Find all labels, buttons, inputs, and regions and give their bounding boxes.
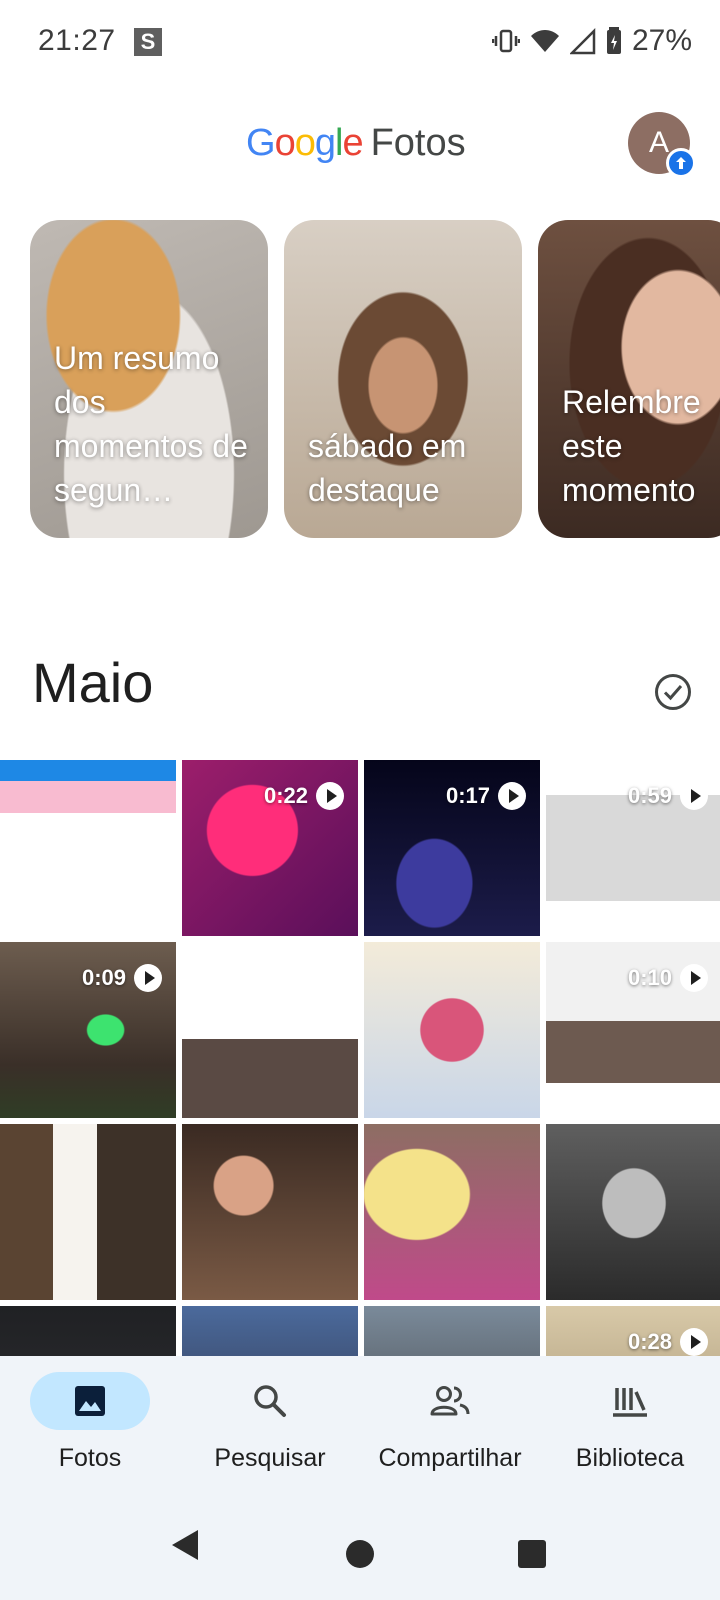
memory-caption: Um resumo dos momentos de segun… bbox=[54, 340, 248, 508]
memory-caption: Relembre este momento bbox=[562, 384, 701, 508]
memory-card[interactable]: Um resumo dos momentos de segun… bbox=[30, 220, 268, 538]
backup-status-badge[interactable] bbox=[666, 148, 696, 178]
google-logo-letter: o bbox=[274, 122, 296, 164]
memory-card[interactable]: sábado em destaque bbox=[284, 220, 522, 538]
photo-thumbnail[interactable] bbox=[182, 942, 358, 1118]
recents-button[interactable] bbox=[518, 1540, 546, 1568]
play-icon bbox=[134, 964, 162, 992]
battery-icon bbox=[606, 27, 621, 54]
select-all-check-icon[interactable] bbox=[654, 673, 692, 711]
wifi-icon bbox=[530, 30, 559, 52]
play-icon bbox=[498, 782, 526, 810]
video-duration: 0:28 bbox=[628, 1328, 708, 1356]
status-bar: 21:27 S 27% bbox=[0, 0, 720, 84]
memory-caption: sábado em destaque bbox=[308, 428, 467, 508]
photo-thumbnail[interactable] bbox=[364, 1124, 540, 1300]
app-title: Google Fotos bbox=[246, 120, 466, 166]
nav-icon-pill bbox=[390, 1372, 510, 1430]
photo-thumbnail[interactable] bbox=[182, 1124, 358, 1300]
home-button[interactable] bbox=[346, 1540, 374, 1568]
photo-icon bbox=[75, 1386, 105, 1416]
memory-card[interactable]: Relembre este momento bbox=[538, 220, 720, 538]
people-icon bbox=[430, 1386, 470, 1416]
photo-thumbnail[interactable] bbox=[0, 1124, 176, 1300]
library-icon bbox=[613, 1388, 647, 1417]
photo-thumbnail[interactable] bbox=[364, 942, 540, 1118]
video-thumbnail[interactable]: 0:09 bbox=[0, 942, 176, 1118]
system-navigation-bar bbox=[0, 1500, 720, 1600]
video-duration: 0:59 bbox=[628, 782, 708, 810]
app-product-name: Fotos bbox=[370, 122, 466, 164]
photo-thumbnail[interactable] bbox=[182, 1306, 358, 1356]
google-logo-letter: e bbox=[342, 122, 363, 164]
video-thumbnail[interactable]: 0:22 bbox=[182, 760, 358, 936]
search-icon bbox=[254, 1385, 286, 1417]
nav-label: Biblioteca bbox=[575, 1444, 685, 1472]
play-icon bbox=[316, 782, 344, 810]
photo-thumbnail[interactable] bbox=[0, 1306, 176, 1356]
bottom-navigation: Fotos Pesquisar Compartilhar Biblioteca bbox=[0, 1356, 720, 1600]
notification-icon: S bbox=[134, 28, 162, 56]
photo-thumbnail[interactable] bbox=[546, 1124, 720, 1300]
nav-icon-pill bbox=[210, 1372, 330, 1430]
video-duration: 0:17 bbox=[446, 782, 526, 810]
google-logo-letter: g bbox=[314, 122, 336, 164]
nav-item-biblioteca[interactable]: Biblioteca bbox=[542, 1372, 718, 1473]
memories-carousel[interactable]: Um resumo dos momentos de segun… sábado … bbox=[0, 220, 720, 540]
video-duration: 0:09 bbox=[82, 964, 162, 992]
status-time: 21:27 bbox=[38, 24, 116, 57]
play-icon bbox=[680, 1328, 708, 1356]
photo-grid: 0:22 0:17 0:59 0:09 0:10 0:28 bbox=[0, 760, 720, 1356]
section-title: Maio bbox=[32, 651, 154, 714]
video-duration: 0:10 bbox=[628, 964, 708, 992]
video-duration: 0:22 bbox=[264, 782, 344, 810]
nav-label: Pesquisar bbox=[214, 1444, 326, 1472]
nav-item-compartilhar[interactable]: Compartilhar bbox=[362, 1372, 538, 1473]
google-logo-letter: o bbox=[294, 122, 316, 164]
nav-item-pesquisar[interactable]: Pesquisar bbox=[182, 1372, 358, 1473]
play-icon bbox=[680, 782, 708, 810]
vibrate-icon bbox=[491, 29, 520, 53]
status-icons: 27% bbox=[491, 24, 692, 58]
nav-icon-pill bbox=[30, 1372, 150, 1430]
video-thumbnail[interactable]: 0:10 bbox=[546, 942, 720, 1118]
signal-icon bbox=[569, 27, 596, 55]
video-thumbnail[interactable]: 0:28 bbox=[546, 1306, 720, 1356]
video-thumbnail[interactable]: 0:17 bbox=[364, 760, 540, 936]
battery-percent: 27% bbox=[631, 24, 692, 57]
play-icon bbox=[680, 964, 708, 992]
back-icon[interactable] bbox=[170, 1528, 200, 1562]
photo-thumbnail[interactable] bbox=[0, 760, 176, 936]
nav-label: Compartilhar bbox=[378, 1444, 522, 1472]
nav-label: Fotos bbox=[58, 1444, 122, 1472]
upload-arrow-icon bbox=[676, 157, 686, 169]
google-logo-letter: G bbox=[246, 122, 276, 164]
nav-icon-pill bbox=[570, 1372, 690, 1430]
photo-thumbnail[interactable] bbox=[364, 1306, 540, 1356]
video-thumbnail[interactable]: 0:59 bbox=[546, 760, 720, 936]
nav-item-fotos[interactable]: Fotos bbox=[2, 1372, 178, 1473]
google-logo: Google bbox=[246, 122, 364, 164]
